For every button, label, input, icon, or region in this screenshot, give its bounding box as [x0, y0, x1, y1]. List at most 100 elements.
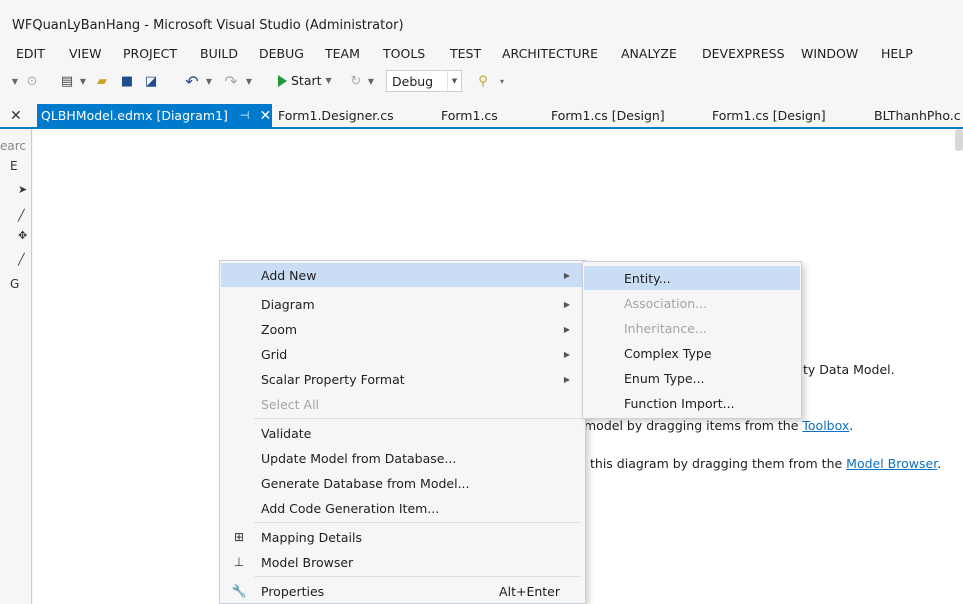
menu-project[interactable]: PROJECT [123, 46, 177, 61]
close-panel-icon[interactable]: ✕ [10, 108, 22, 124]
tab-form1-designer[interactable]: Form1.Designer.cs [278, 108, 394, 123]
tab-qlbhmodel-diagram[interactable]: QLBHModel.edmx [Diagram1] ⊣ ✕ [37, 104, 272, 127]
menu-item-add-code-generation[interactable]: Add Code Generation Item... [221, 496, 584, 520]
menu-separator [254, 576, 581, 577]
menu-item-properties[interactable]: 🔧 Properties Alt+Enter [221, 579, 584, 603]
start-label: Start [291, 73, 322, 88]
menu-devexpress[interactable]: DEVEXPRESS [702, 46, 785, 61]
submenu-item-function-import[interactable]: Function Import... [584, 391, 800, 415]
menu-item-label: Add New [261, 267, 317, 283]
chevron-down-icon[interactable]: ▼ [447, 71, 461, 91]
menu-team[interactable]: TEAM [325, 46, 360, 61]
inheritance-tool-icon[interactable]: ✥ [18, 229, 27, 242]
menu-item-zoom[interactable]: Zoom ▶ [221, 317, 584, 341]
submenu-arrow-icon: ▶ [563, 374, 570, 384]
undo-icon[interactable]: ↶ [183, 72, 201, 91]
tab-form1-design-1[interactable]: Form1.cs [Design] [551, 108, 665, 123]
redo-icon[interactable]: ↷ [222, 72, 240, 91]
submenu-item-label: Complex Type [624, 345, 712, 361]
model-browser-icon: ⊥ [233, 555, 245, 569]
menu-tools[interactable]: TOOLS [383, 46, 425, 61]
menu-item-label: Model Browser [261, 554, 354, 570]
configuration-select[interactable]: Debug ▼ [386, 70, 462, 92]
hint2-period: . [849, 418, 854, 433]
menu-help[interactable]: HELP [881, 46, 913, 61]
toolbar-overflow-icon[interactable]: ▾ [497, 72, 507, 90]
tab-form1-cs[interactable]: Form1.cs [441, 108, 498, 123]
hint3-period: . [937, 456, 942, 471]
canvas-hint-line2: model by dragging items from the Toolbox… [584, 418, 853, 433]
menu-item-label: Scalar Property Format [261, 371, 405, 387]
close-tab-icon[interactable]: ✕ [259, 108, 271, 124]
new-dropdown-icon[interactable]: ▼ [78, 72, 88, 90]
submenu-item-entity[interactable]: Entity... [584, 266, 800, 290]
tab-form1-design-2[interactable]: Form1.cs [Design] [712, 108, 826, 123]
menu-item-generate-database[interactable]: Generate Database from Model... [221, 471, 584, 495]
side-node-g[interactable]: G [10, 277, 19, 291]
association-tool-icon[interactable]: ╱ [18, 209, 25, 222]
menu-debug[interactable]: DEBUG [259, 46, 304, 61]
menu-view[interactable]: VIEW [69, 46, 102, 61]
submenu-item-complex-type[interactable]: Complex Type [584, 341, 800, 365]
dropdown-arrow-icon[interactable]: ▼ [10, 72, 20, 90]
menu-item-scalar-property-format[interactable]: Scalar Property Format ▶ [221, 367, 584, 391]
menu-item-label: Diagram [261, 296, 315, 312]
pointer-icon[interactable]: ➤ [18, 183, 27, 196]
start-button[interactable]: Start ▼ [278, 73, 332, 88]
shortcut-label: Alt+Enter [499, 583, 560, 599]
hint3-text: this diagram by dragging them from the [590, 456, 847, 471]
menu-architecture[interactable]: ARCHITECTURE [502, 46, 598, 61]
save-all-icon[interactable]: ◪ [141, 72, 161, 90]
save-icon[interactable]: ■ [118, 72, 136, 90]
submenu-arrow-icon: ▶ [563, 324, 570, 334]
menu-item-label: Zoom [261, 321, 298, 337]
refresh-dropdown-icon[interactable]: ▼ [366, 72, 376, 90]
undo-dropdown-icon[interactable]: ▼ [204, 72, 214, 90]
menu-item-label: Select All [261, 396, 320, 412]
submenu-arrow-icon: ▶ [563, 299, 570, 309]
open-folder-icon[interactable]: ▰ [93, 72, 111, 90]
pin-icon[interactable]: ⊣ [240, 109, 250, 122]
model-browser-link[interactable]: Model Browser [846, 456, 937, 471]
menu-analyze[interactable]: ANALYZE [621, 46, 677, 61]
refresh-icon[interactable]: ↻ [348, 72, 364, 90]
submenu-item-label: Entity... [624, 270, 671, 286]
menu-item-label: Grid [261, 346, 288, 362]
menu-build[interactable]: BUILD [200, 46, 238, 61]
menu-item-diagram[interactable]: Diagram ▶ [221, 292, 584, 316]
toolbox-link[interactable]: Toolbox [802, 418, 849, 433]
redo-dropdown-icon[interactable]: ▼ [244, 72, 254, 90]
scrollbar-thumb[interactable] [955, 129, 963, 151]
menu-item-mapping-details[interactable]: ⊞ Mapping Details [221, 525, 584, 549]
window-title: WFQuanLyBanHang - Microsoft Visual Studi… [12, 18, 404, 33]
menu-window[interactable]: WINDOW [801, 46, 858, 61]
forward-icon[interactable]: ⊙ [24, 72, 40, 90]
menu-item-update-model[interactable]: Update Model from Database... [221, 446, 584, 470]
menu-item-add-new[interactable]: Add New ▶ [221, 263, 584, 287]
side-search-input[interactable]: earc [0, 139, 26, 153]
play-icon [278, 74, 287, 87]
submenu-item-inheritance: Inheritance... [584, 316, 800, 340]
menu-test[interactable]: TEST [450, 46, 481, 61]
new-project-icon[interactable]: ▤ [58, 72, 76, 90]
menu-separator [254, 418, 581, 419]
menu-bar: EDIT VIEW PROJECT BUILD DEBUG TEAM TOOLS… [0, 38, 963, 66]
menu-edit[interactable]: EDIT [16, 46, 45, 61]
submenu-arrow-icon: ▶ [563, 349, 570, 359]
submenu-item-label: Inheritance... [624, 320, 707, 336]
side-node-e[interactable]: E [10, 159, 18, 173]
find-in-files-icon[interactable]: ⚲ [474, 72, 492, 90]
menu-separator [254, 522, 581, 523]
submenu-item-association: Association... [584, 291, 800, 315]
title-bar: WFQuanLyBanHang - Microsoft Visual Studi… [0, 0, 963, 38]
menu-item-validate[interactable]: Validate [221, 421, 584, 445]
submenu-item-enum-type[interactable]: Enum Type... [584, 366, 800, 390]
menu-item-model-browser[interactable]: ⊥ Model Browser [221, 550, 584, 574]
canvas-hint-line1: ty Data Model. [803, 362, 895, 377]
start-dropdown-icon[interactable]: ▼ [326, 76, 332, 85]
menu-item-label: Add Code Generation Item... [261, 500, 440, 516]
menu-item-grid[interactable]: Grid ▶ [221, 342, 584, 366]
line-tool-icon[interactable]: ╱ [18, 253, 25, 266]
tab-blthanhpho[interactable]: BLThanhPho.c [874, 108, 961, 123]
configuration-value: Debug [392, 73, 434, 89]
